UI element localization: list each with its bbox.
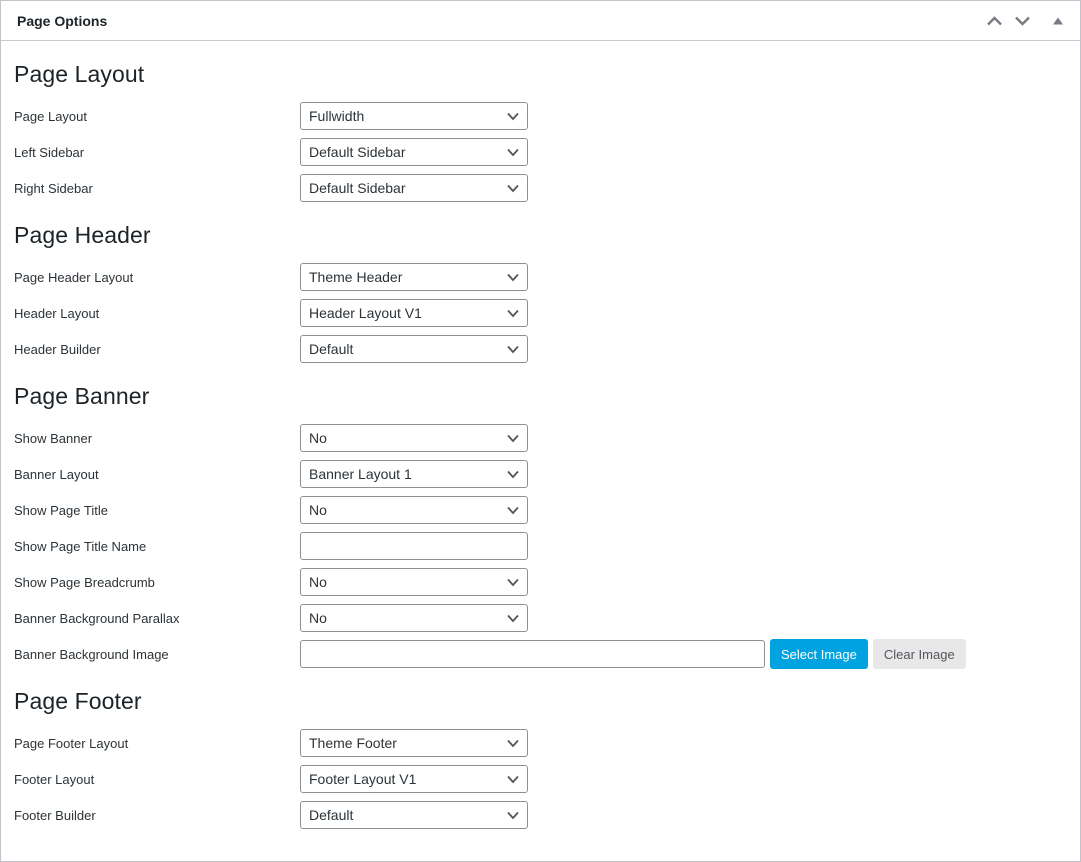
select-wrap: Banner Layout 1 bbox=[300, 460, 528, 488]
field-row-show-banner: Show BannerNo bbox=[13, 424, 1068, 452]
header-builder-select[interactable]: Default bbox=[300, 335, 528, 363]
select-wrap: No bbox=[300, 424, 528, 452]
options-section: Page Banner Show BannerNoBanner LayoutBa… bbox=[13, 381, 1068, 668]
banner-layout-select[interactable]: Banner Layout 1 bbox=[300, 460, 528, 488]
select-wrap: Default Sidebar bbox=[300, 174, 528, 202]
triangle-up-icon bbox=[1052, 17, 1064, 25]
field-row-header-layout: Header LayoutHeader Layout V1 bbox=[13, 299, 1068, 327]
field-row-left-sidebar: Left SidebarDefault Sidebar bbox=[13, 138, 1068, 166]
field-row-banner-layout: Banner LayoutBanner Layout 1 bbox=[13, 460, 1068, 488]
field-label: Right Sidebar bbox=[13, 181, 300, 196]
chevron-down-icon bbox=[1014, 15, 1031, 27]
options-section: Page Footer Page Footer LayoutTheme Foot… bbox=[13, 686, 1068, 829]
field-label: Show Page Breadcrumb bbox=[13, 575, 300, 590]
field-label: Page Header Layout bbox=[13, 270, 300, 285]
show-page-title-select[interactable]: No bbox=[300, 496, 528, 524]
field-label: Footer Builder bbox=[13, 808, 300, 823]
section-title: Page Footer bbox=[14, 686, 1068, 716]
select-image-button[interactable]: Select Image bbox=[770, 639, 868, 669]
select-wrap: No bbox=[300, 604, 528, 632]
select-wrap: Default bbox=[300, 335, 528, 363]
page-layout-select[interactable]: Fullwidth bbox=[300, 102, 528, 130]
field-label: Banner Background Parallax bbox=[13, 611, 300, 626]
section-rows: Page Footer LayoutTheme FooterFooter Lay… bbox=[13, 729, 1068, 829]
select-wrap: Default Sidebar bbox=[300, 138, 528, 166]
chevron-up-icon bbox=[986, 15, 1003, 27]
select-wrap: Theme Footer bbox=[300, 729, 528, 757]
select-wrap: Footer Layout V1 bbox=[300, 765, 528, 793]
header-layout-select[interactable]: Header Layout V1 bbox=[300, 299, 528, 327]
field-label: Left Sidebar bbox=[13, 145, 300, 160]
page-options-metabox: Page Options Page Layout Page LayoutFull… bbox=[0, 0, 1081, 862]
field-label: Footer Layout bbox=[13, 772, 300, 787]
field-label: Page Layout bbox=[13, 109, 300, 124]
field-row-footer-builder: Footer BuilderDefault bbox=[13, 801, 1068, 829]
field-label: Show Page Title Name bbox=[13, 539, 300, 554]
field-label: Header Layout bbox=[13, 306, 300, 321]
show-page-breadcrumb-select[interactable]: No bbox=[300, 568, 528, 596]
section-rows: Page LayoutFullwidthLeft SidebarDefault … bbox=[13, 102, 1068, 202]
field-label: Show Page Title bbox=[13, 503, 300, 518]
field-row-page-footer-layout: Page Footer LayoutTheme Footer bbox=[13, 729, 1068, 757]
field-row-show-page-breadcrumb: Show Page BreadcrumbNo bbox=[13, 568, 1068, 596]
move-up-button[interactable] bbox=[980, 6, 1008, 36]
field-row-header-builder: Header BuilderDefault bbox=[13, 335, 1068, 363]
select-wrap: No bbox=[300, 496, 528, 524]
metabox-handle-actions bbox=[980, 6, 1080, 36]
section-rows: Page Header LayoutTheme HeaderHeader Lay… bbox=[13, 263, 1068, 363]
field-label: Banner Layout bbox=[13, 467, 300, 482]
show-page-title-name-input[interactable] bbox=[300, 532, 528, 560]
field-label: Page Footer Layout bbox=[13, 736, 300, 751]
metabox-body: Page Layout Page LayoutFullwidthLeft Sid… bbox=[1, 59, 1080, 857]
field-label: Show Banner bbox=[13, 431, 300, 446]
footer-builder-select[interactable]: Default bbox=[300, 801, 528, 829]
field-row-show-page-title-name: Show Page Title Name bbox=[13, 532, 1068, 560]
select-wrap: Fullwidth bbox=[300, 102, 528, 130]
field-row-banner-background-image: Banner Background Image Select ImageClear… bbox=[13, 640, 1068, 668]
show-banner-select[interactable]: No bbox=[300, 424, 528, 452]
page-footer-layout-select[interactable]: Theme Footer bbox=[300, 729, 528, 757]
toggle-panel-button[interactable] bbox=[1044, 6, 1072, 36]
right-sidebar-select[interactable]: Default Sidebar bbox=[300, 174, 528, 202]
section-rows: Show BannerNoBanner LayoutBanner Layout … bbox=[13, 424, 1068, 668]
footer-layout-select[interactable]: Footer Layout V1 bbox=[300, 765, 528, 793]
left-sidebar-select[interactable]: Default Sidebar bbox=[300, 138, 528, 166]
metabox-title: Page Options bbox=[1, 1, 107, 41]
page-header-layout-select[interactable]: Theme Header bbox=[300, 263, 528, 291]
banner-background-parallax-select[interactable]: No bbox=[300, 604, 528, 632]
section-title: Page Header bbox=[14, 220, 1068, 250]
options-section: Page Layout Page LayoutFullwidthLeft Sid… bbox=[13, 59, 1068, 202]
field-row-page-header-layout: Page Header LayoutTheme Header bbox=[13, 263, 1068, 291]
banner-background-image-input[interactable] bbox=[300, 640, 765, 668]
clear-image-button[interactable]: Clear Image bbox=[873, 639, 966, 669]
field-label: Banner Background Image bbox=[13, 647, 300, 662]
select-wrap: Default bbox=[300, 801, 528, 829]
section-title: Page Layout bbox=[14, 59, 1068, 89]
section-title: Page Banner bbox=[14, 381, 1068, 411]
select-wrap: Header Layout V1 bbox=[300, 299, 528, 327]
select-wrap: No bbox=[300, 568, 528, 596]
field-label: Header Builder bbox=[13, 342, 300, 357]
options-section: Page Header Page Header LayoutTheme Head… bbox=[13, 220, 1068, 363]
field-row-show-page-title: Show Page TitleNo bbox=[13, 496, 1068, 524]
field-row-banner-background-parallax: Banner Background ParallaxNo bbox=[13, 604, 1068, 632]
move-down-button[interactable] bbox=[1008, 6, 1036, 36]
field-row-footer-layout: Footer LayoutFooter Layout V1 bbox=[13, 765, 1068, 793]
field-row-page-layout: Page LayoutFullwidth bbox=[13, 102, 1068, 130]
select-wrap: Theme Header bbox=[300, 263, 528, 291]
metabox-header: Page Options bbox=[1, 1, 1080, 41]
field-row-right-sidebar: Right SidebarDefault Sidebar bbox=[13, 174, 1068, 202]
